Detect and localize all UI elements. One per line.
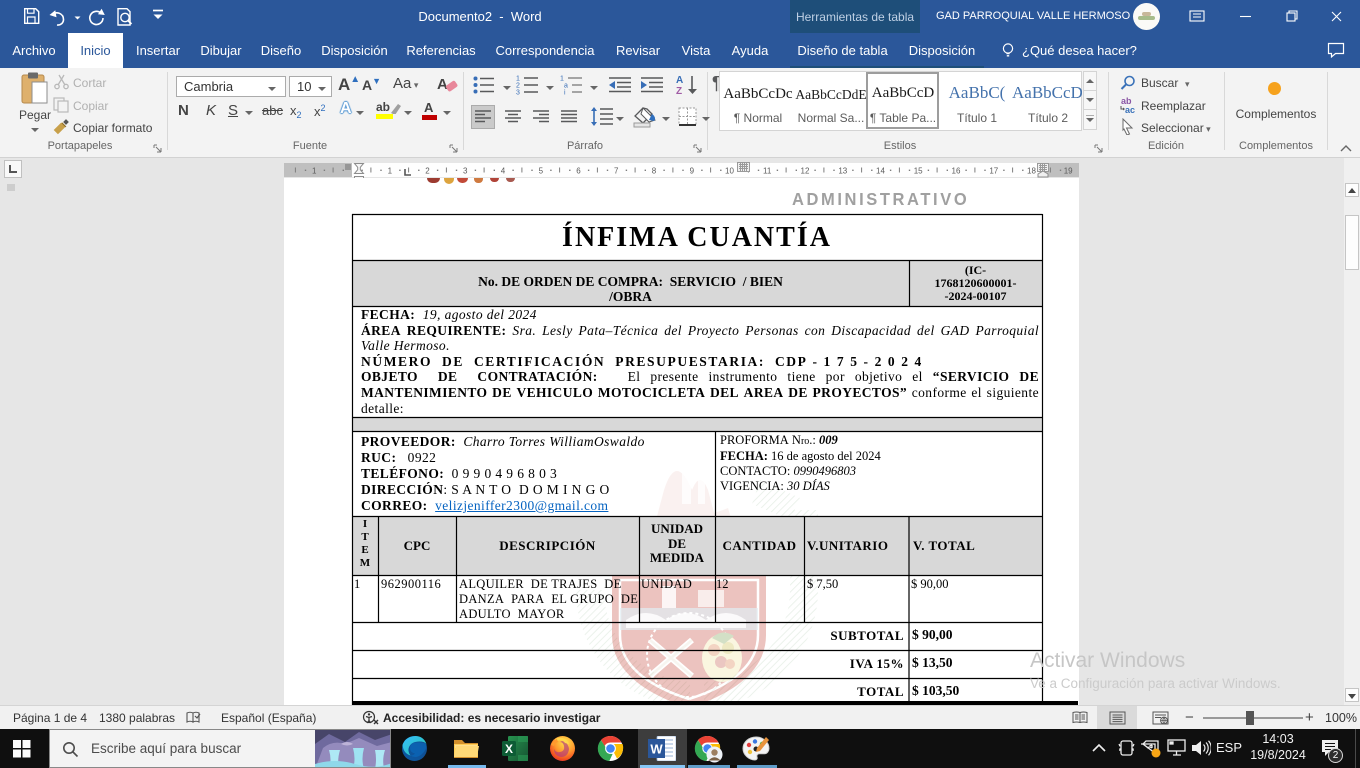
svg-text:3: 3: [516, 90, 520, 96]
svg-text:1: 1: [312, 167, 317, 176]
svg-text:1: 1: [560, 76, 564, 83]
svg-text:10: 10: [725, 167, 734, 176]
svg-text:i: i: [564, 90, 566, 96]
svg-text:8: 8: [652, 167, 657, 176]
svg-text:3: 3: [463, 167, 468, 176]
svg-text:4: 4: [501, 167, 506, 176]
svg-text:1: 1: [388, 167, 393, 176]
svg-text:A: A: [676, 75, 683, 86]
svg-text:16: 16: [952, 167, 961, 176]
svg-text:17: 17: [989, 167, 998, 176]
svg-text:15: 15: [914, 167, 923, 176]
svg-text:7: 7: [614, 167, 619, 176]
svg-text:11: 11: [763, 167, 772, 176]
svg-text:19: 19: [1064, 167, 1073, 176]
svg-text:18: 18: [1027, 167, 1036, 176]
svg-text:A: A: [437, 76, 448, 93]
svg-text:W: W: [650, 742, 663, 757]
svg-text:12: 12: [801, 167, 810, 176]
svg-text:9: 9: [690, 167, 695, 176]
svg-text:ac: ac: [1125, 105, 1135, 114]
svg-text:6: 6: [576, 167, 581, 176]
svg-text:1: 1: [516, 76, 520, 83]
svg-text:13: 13: [838, 167, 847, 176]
svg-text:2: 2: [516, 83, 520, 90]
svg-text:5: 5: [539, 167, 544, 176]
svg-text:a: a: [564, 83, 568, 90]
svg-text:Z: Z: [676, 86, 682, 96]
svg-text:2: 2: [425, 167, 430, 176]
svg-text:X: X: [505, 742, 513, 756]
svg-text:14: 14: [876, 167, 885, 176]
